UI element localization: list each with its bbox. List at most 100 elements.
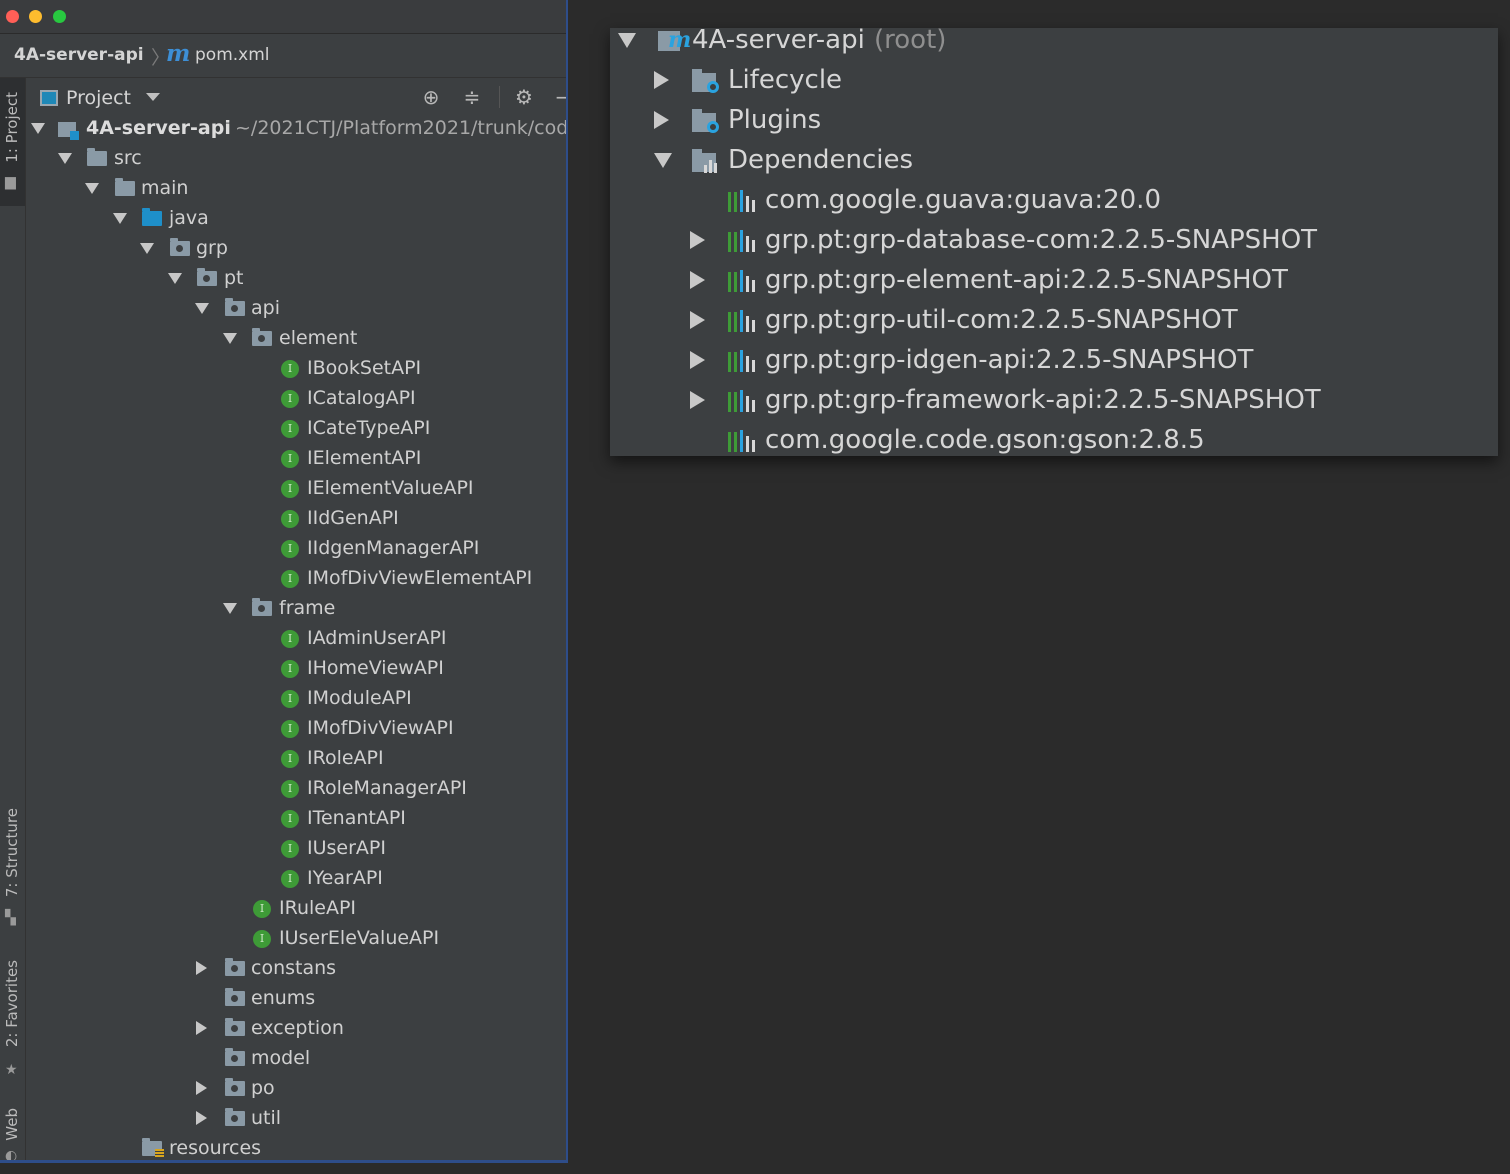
expanded-arrow-icon[interactable] bbox=[31, 123, 45, 134]
dependency-row[interactable]: grp.pt:grp-database-com:2.2.5-SNAPSHOT bbox=[610, 220, 1498, 260]
tree-row-package[interactable]: exception bbox=[26, 1013, 566, 1043]
tree-row-interface[interactable]: I IMofDivViewAPI bbox=[26, 713, 566, 743]
expanded-arrow-icon[interactable] bbox=[140, 243, 154, 254]
tree-row-interface[interactable]: I IAdminUserAPI bbox=[26, 623, 566, 653]
collapse-all-icon[interactable]: ≑ bbox=[461, 86, 483, 108]
web-tool-tab[interactable]: Web bbox=[3, 1108, 21, 1141]
tree-row-main[interactable]: main bbox=[26, 173, 566, 203]
tree-row-interface[interactable]: I IElementAPI bbox=[26, 443, 566, 473]
dependency-row[interactable]: grp.pt:grp-util-com:2.2.5-SNAPSHOT bbox=[610, 300, 1498, 340]
dependency-label: com.google.guava:guava:20.0 bbox=[765, 185, 1161, 215]
folder-label: po bbox=[251, 1077, 275, 1099]
tree-row-api[interactable]: api bbox=[26, 293, 566, 323]
tree-row-interface[interactable]: I IIdGenAPI bbox=[26, 503, 566, 533]
structure-tool-tab[interactable]: 7: Structure bbox=[3, 808, 21, 897]
project-tool-tab[interactable]: 1: Project bbox=[3, 92, 21, 163]
interface-label: IElementValueAPI bbox=[307, 477, 474, 499]
tree-row-package[interactable]: po bbox=[26, 1073, 566, 1103]
tree-row-package[interactable]: enums bbox=[26, 983, 566, 1013]
gear-icon[interactable]: ⚙ bbox=[513, 86, 535, 108]
dependency-row[interactable]: com.google.guava:guava:20.0 bbox=[610, 180, 1498, 220]
expanded-arrow-icon[interactable] bbox=[168, 273, 182, 284]
expanded-arrow-icon[interactable] bbox=[654, 153, 672, 168]
tree-row-package[interactable]: util bbox=[26, 1103, 566, 1133]
tree-row-element[interactable]: element bbox=[26, 323, 566, 353]
collapsed-arrow-icon[interactable] bbox=[690, 311, 705, 329]
breadcrumb-file[interactable]: pom.xml bbox=[195, 45, 270, 65]
folder-label: model bbox=[251, 1047, 311, 1069]
tree-row-interface[interactable]: I IRuleAPI bbox=[26, 893, 566, 923]
tree-row-interface[interactable]: I IUserAPI bbox=[26, 833, 566, 863]
interface-label: IYearAPI bbox=[307, 867, 383, 889]
collapsed-arrow-icon[interactable] bbox=[196, 1021, 207, 1035]
folder-label: src bbox=[114, 147, 142, 169]
lifecycle-folder-icon bbox=[692, 68, 722, 94]
tree-row-interface[interactable]: I IModuleAPI bbox=[26, 683, 566, 713]
tree-row-interface[interactable]: I IRoleAPI bbox=[26, 743, 566, 773]
tree-row-interface[interactable]: I IIdgenManagerAPI bbox=[26, 533, 566, 563]
expanded-arrow-icon[interactable] bbox=[58, 153, 72, 164]
interface-icon: I bbox=[281, 510, 299, 528]
tree-row-interface[interactable]: I IElementValueAPI bbox=[26, 473, 566, 503]
dependency-row[interactable]: grp.pt:grp-framework-api:2.2.5-SNAPSHOT bbox=[610, 380, 1498, 420]
tree-row-src[interactable]: src bbox=[26, 143, 566, 173]
tree-row-interface[interactable]: I IHomeViewAPI bbox=[26, 653, 566, 683]
hide-icon[interactable]: − bbox=[552, 86, 566, 108]
tree-row-grp[interactable]: grp bbox=[26, 233, 566, 263]
maven-root-row[interactable]: m 4A-server-api (root) bbox=[610, 20, 1498, 60]
collapsed-arrow-icon[interactable] bbox=[196, 1111, 207, 1125]
tree-row-interface[interactable]: I ICatalogAPI bbox=[26, 383, 566, 413]
expanded-arrow-icon[interactable] bbox=[195, 303, 209, 314]
source-folder-icon bbox=[142, 208, 162, 226]
tree-row-interface[interactable]: I ICateTypeAPI bbox=[26, 413, 566, 443]
collapsed-arrow-icon[interactable] bbox=[690, 391, 705, 409]
folder-label: resources bbox=[169, 1137, 262, 1159]
dependency-row[interactable]: com.google.code.gson:gson:2.8.5 bbox=[610, 420, 1498, 460]
tree-row-resources[interactable]: resources bbox=[26, 1133, 566, 1160]
minimize-window-button[interactable] bbox=[29, 10, 42, 23]
expanded-arrow-icon[interactable] bbox=[223, 333, 237, 344]
expanded-arrow-icon[interactable] bbox=[85, 183, 99, 194]
dependency-row[interactable]: grp.pt:grp-element-api:2.2.5-SNAPSHOT bbox=[610, 260, 1498, 300]
collapsed-arrow-icon[interactable] bbox=[690, 231, 705, 249]
plugins-folder-icon bbox=[692, 108, 722, 134]
breadcrumb-project[interactable]: 4A-server-api bbox=[14, 45, 144, 65]
interface-icon: I bbox=[253, 900, 271, 918]
tree-row-root[interactable]: 4A-server-api ~/2021CTJ/Platform2021/tru… bbox=[26, 113, 566, 143]
tree-row-java[interactable]: java bbox=[26, 203, 566, 233]
tree-row-package[interactable]: constans bbox=[26, 953, 566, 983]
dependency-row[interactable]: grp.pt:grp-idgen-api:2.2.5-SNAPSHOT bbox=[610, 340, 1498, 380]
package-icon bbox=[252, 328, 272, 346]
tree-row-interface[interactable]: I IMofDivViewElementAPI bbox=[26, 563, 566, 593]
chevron-down-icon[interactable] bbox=[146, 93, 160, 101]
tree-row-interface[interactable]: I IBookSetAPI bbox=[26, 353, 566, 383]
maven-plugins-row[interactable]: Plugins bbox=[610, 100, 1498, 140]
collapsed-arrow-icon[interactable] bbox=[690, 271, 705, 289]
maven-lifecycle-row[interactable]: Lifecycle bbox=[610, 60, 1498, 100]
expanded-arrow-icon[interactable] bbox=[618, 33, 636, 48]
favorites-tool-tab[interactable]: 2: Favorites bbox=[3, 960, 21, 1047]
package-icon bbox=[225, 298, 245, 316]
expanded-arrow-icon[interactable] bbox=[113, 213, 127, 224]
close-window-button[interactable] bbox=[6, 10, 19, 23]
project-view-selector[interactable]: Project bbox=[66, 87, 131, 109]
collapsed-arrow-icon[interactable] bbox=[654, 71, 669, 89]
locate-icon[interactable]: ⊕ bbox=[420, 86, 442, 108]
expanded-arrow-icon[interactable] bbox=[223, 603, 237, 614]
maven-dependencies-row[interactable]: Dependencies bbox=[610, 140, 1498, 180]
tree-row-package[interactable]: model bbox=[26, 1043, 566, 1073]
package-icon bbox=[225, 958, 245, 976]
collapsed-arrow-icon[interactable] bbox=[196, 961, 207, 975]
tree-row-frame[interactable]: frame bbox=[26, 593, 566, 623]
tree-row-interface[interactable]: I IUserEleValueAPI bbox=[26, 923, 566, 953]
collapsed-arrow-icon[interactable] bbox=[196, 1081, 207, 1095]
tree-row-interface[interactable]: I IRoleManagerAPI bbox=[26, 773, 566, 803]
tree-row-interface[interactable]: I IYearAPI bbox=[26, 863, 566, 893]
maven-root-suffix: (root) bbox=[874, 25, 947, 55]
tree-row-interface[interactable]: I ITenantAPI bbox=[26, 803, 566, 833]
collapsed-arrow-icon[interactable] bbox=[654, 111, 669, 129]
zoom-window-button[interactable] bbox=[53, 10, 66, 23]
collapsed-arrow-icon[interactable] bbox=[690, 351, 705, 369]
tree-row-pt[interactable]: pt bbox=[26, 263, 566, 293]
dependency-label: grp.pt:grp-idgen-api:2.2.5-SNAPSHOT bbox=[765, 345, 1254, 375]
